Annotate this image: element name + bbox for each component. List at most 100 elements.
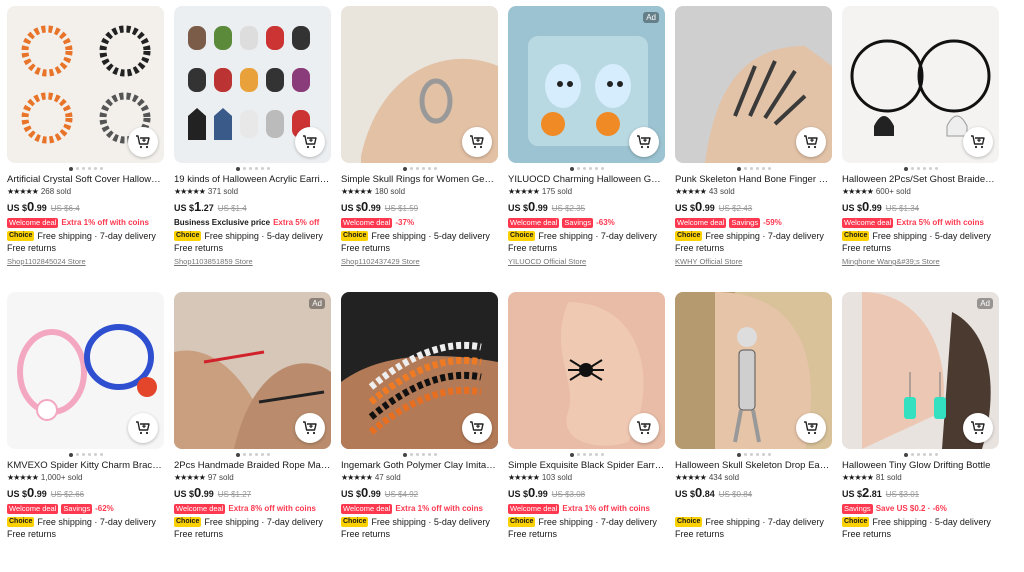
add-to-cart-button[interactable] [462, 127, 492, 157]
image-carousel-dots[interactable] [508, 452, 665, 457]
product-title[interactable]: Simple Exquisite Black Spider Earrings [508, 460, 665, 471]
product-title[interactable]: 2Pcs Handmade Braided Rope Matching [174, 460, 331, 471]
image-carousel-dots[interactable] [842, 166, 999, 171]
product-image[interactable] [7, 292, 164, 449]
product-title[interactable]: Halloween 2Pcs/Set Ghost Braided Bracele… [842, 174, 999, 185]
product-card[interactable]: KMVEXO Spider Kitty Charm Bracelet ★★★★★… [7, 292, 164, 572]
product-card[interactable]: Ad Halloween Tiny Glow Drifting Bottle ★… [842, 292, 999, 572]
product-card[interactable]: Ad YILUOCD Charming Halloween Ghost Earr… [508, 6, 665, 286]
promo-text: Extra 1% off with coins [61, 218, 149, 227]
product-card[interactable]: Simple Skull Rings for Women Geometric ★… [341, 6, 498, 286]
price-row: US $0.99 US $2.35 [508, 199, 665, 214]
ad-badge: Ad [643, 12, 659, 23]
add-to-cart-button[interactable] [128, 127, 158, 157]
shipping-label: Free shipping · 7-day delivery [705, 517, 824, 527]
image-carousel-dots[interactable] [341, 452, 498, 457]
star-rating-icon: ★★★★★ [508, 187, 540, 196]
product-card[interactable]: Artificial Crystal Soft Cover Halloween … [7, 6, 164, 286]
product-card[interactable]: Halloween 2Pcs/Set Ghost Braided Bracele… [842, 6, 999, 286]
shipping-label: Free shipping · 5-day delivery [204, 231, 323, 241]
add-to-cart-button[interactable] [295, 413, 325, 443]
promo-text: Extra 5% off with coins [896, 218, 984, 227]
add-to-cart-button[interactable] [796, 413, 826, 443]
current-price: US $0.99 [508, 485, 548, 500]
sold-count: 1,000+ sold [40, 473, 83, 482]
product-title[interactable]: Ingemark Goth Polymer Clay Imitation [341, 460, 498, 471]
returns-label: Free returns [675, 243, 725, 253]
product-title[interactable]: KMVEXO Spider Kitty Charm Bracelet [7, 460, 164, 471]
shipping-label: Free shipping · 5-day delivery [872, 231, 991, 241]
product-title[interactable]: 19 kinds of Halloween Acrylic Earrings [174, 174, 331, 185]
sold-count: 43 sold [708, 187, 735, 196]
product-image[interactable] [341, 6, 498, 163]
original-price: US $1.59 [384, 204, 419, 213]
star-rating-icon: ★★★★★ [7, 473, 39, 482]
store-link[interactable]: Shop1102845024 Store [7, 257, 164, 266]
product-title[interactable]: Halloween Skull Skeleton Drop Earrings [675, 460, 832, 471]
product-image[interactable]: Ad [842, 292, 999, 449]
product-card[interactable]: Punk Skeleton Hand Bone Finger Ring ★★★★… [675, 6, 832, 286]
store-link[interactable]: Shop1102437429 Store [341, 257, 498, 266]
add-to-cart-button[interactable] [295, 127, 325, 157]
image-carousel-dots[interactable] [675, 166, 832, 171]
image-carousel-dots[interactable] [675, 452, 832, 457]
product-title[interactable]: YILUOCD Charming Halloween Ghost Earring… [508, 174, 665, 185]
returns-label: Free returns [675, 529, 725, 539]
product-image[interactable] [842, 6, 999, 163]
promo-text: Extra 8% off with coins [228, 504, 316, 513]
store-link[interactable]: KWHY Official Store [675, 257, 832, 266]
savings-badge: Savings [562, 217, 594, 228]
add-to-cart-button[interactable] [629, 127, 659, 157]
product-image[interactable] [174, 6, 331, 163]
product-card[interactable]: 19 kinds of Halloween Acrylic Earrings ★… [174, 6, 331, 286]
product-card[interactable]: Ingemark Goth Polymer Clay Imitation ★★★… [341, 292, 498, 572]
product-image[interactable] [508, 292, 665, 449]
image-carousel-dots[interactable] [7, 166, 164, 171]
promo-row: Welcome deal Extra 1% off with coins [341, 503, 498, 514]
rating-row: ★★★★★ 47 sold [341, 473, 498, 482]
welcome-deal-badge: Welcome deal [675, 217, 727, 228]
image-carousel-dots[interactable] [174, 166, 331, 171]
returns-label: Free returns [7, 243, 57, 253]
product-image[interactable] [675, 292, 832, 449]
image-carousel-dots[interactable] [341, 166, 498, 171]
promo-text: -62% [95, 504, 114, 513]
image-carousel-dots[interactable] [7, 452, 164, 457]
store-link[interactable]: YILUOCD Official Store [508, 257, 665, 266]
add-to-cart-button[interactable] [796, 127, 826, 157]
add-to-cart-button[interactable] [963, 413, 993, 443]
product-image[interactable] [675, 6, 832, 163]
current-price: US $0.99 [675, 199, 715, 214]
image-carousel-dots[interactable] [842, 452, 999, 457]
add-to-cart-button[interactable] [629, 413, 659, 443]
product-title[interactable]: Halloween Tiny Glow Drifting Bottle [842, 460, 999, 471]
cart-icon [971, 135, 985, 149]
product-title[interactable]: Simple Skull Rings for Women Geometric [341, 174, 498, 185]
promo-text: Extra 1% off with coins [395, 504, 483, 513]
product-card[interactable]: Halloween Skull Skeleton Drop Earrings ★… [675, 292, 832, 572]
product-title[interactable]: Artificial Crystal Soft Cover Halloween … [7, 174, 164, 185]
product-image[interactable]: Ad [508, 6, 665, 163]
add-to-cart-button[interactable] [963, 127, 993, 157]
sold-count: 371 sold [207, 187, 239, 196]
store-link[interactable]: Shop1103851859 Store [174, 257, 331, 266]
choice-badge: Choice [341, 231, 369, 241]
image-carousel-dots[interactable] [174, 452, 331, 457]
savings-badge: Savings [842, 503, 873, 514]
shipping-row: Choice Free shipping · 5-day delivery [174, 231, 331, 241]
store-link[interactable]: Minghone Wang&#39;s Store [842, 257, 999, 266]
product-image[interactable] [7, 6, 164, 163]
image-carousel-dots[interactable] [508, 166, 665, 171]
product-image[interactable] [341, 292, 498, 449]
shipping-label: Free shipping · 7-day delivery [37, 231, 156, 241]
product-card[interactable]: Ad 2Pcs Handmade Braided Rope Matching ★… [174, 292, 331, 572]
product-card[interactable]: Simple Exquisite Black Spider Earrings ★… [508, 292, 665, 572]
product-title[interactable]: Punk Skeleton Hand Bone Finger Ring [675, 174, 832, 185]
add-to-cart-button[interactable] [128, 413, 158, 443]
product-image[interactable]: Ad [174, 292, 331, 449]
promo-text: Extra 5% off [273, 218, 320, 227]
original-price: US $1.27 [217, 490, 252, 499]
shipping-label: Free shipping · 7-day delivery [204, 517, 323, 527]
add-to-cart-button[interactable] [462, 413, 492, 443]
price-row: US $0.99 US $1.34 [842, 199, 999, 214]
